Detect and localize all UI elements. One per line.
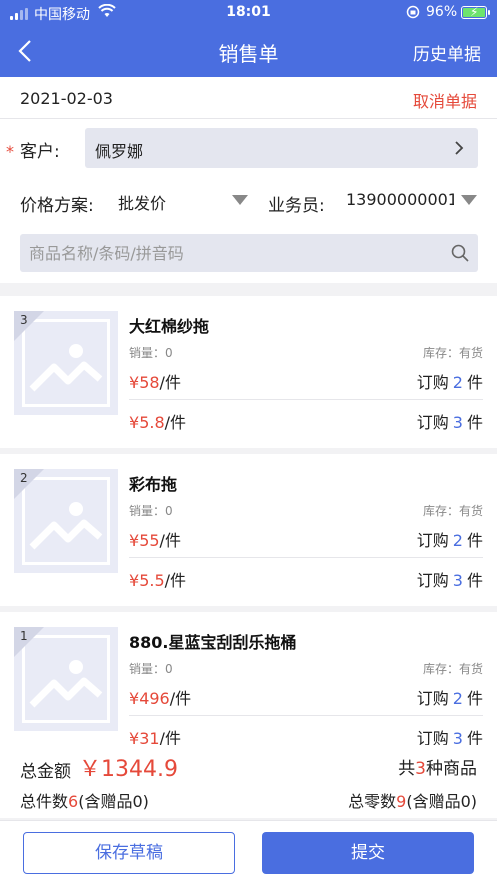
customer-label: 客户: (20, 142, 60, 162)
product-sales: 销量：0 (129, 504, 173, 518)
product-card[interactable]: 3 大红棉纱拖 销量：0 库存：有货 ¥58/件 订购 2 件 ¥5.8/件 订购 3… (0, 296, 497, 448)
rotation-lock-icon (406, 5, 420, 22)
order-summary: 总金额 ￥1344.9 共3种商品 总件数6(含赠品0) 总零数9(含赠品0) (0, 745, 497, 818)
status-bar: 中国移动 18:01 96% ⚡ (0, 0, 497, 26)
submit-button[interactable]: 提交 (262, 832, 474, 874)
product-name: 彩布拖 (129, 475, 178, 494)
product-rank: 1 (20, 629, 28, 643)
history-orders-link[interactable]: 历史单据 (413, 40, 481, 65)
image-placeholder-icon (29, 502, 103, 550)
divider (0, 118, 497, 119)
unit-price: ¥496/件 (129, 689, 192, 708)
customer-value: 佩罗娜 (95, 142, 144, 161)
product-search (20, 234, 478, 272)
price-plan-select[interactable]: 批发价 (118, 190, 166, 214)
product-image-placeholder: 3 (14, 311, 118, 415)
product-image-placeholder: 2 (14, 469, 118, 573)
price-row[interactable]: ¥496/件 订购 2 件 (129, 676, 483, 714)
customer-selector[interactable]: 佩罗娜 (85, 128, 478, 168)
unit-price: ¥55/件 (129, 531, 181, 550)
unit-price: ¥5.5/件 (129, 571, 187, 590)
product-stock: 库存：有货 (422, 504, 483, 518)
caret-down-icon[interactable] (232, 195, 248, 205)
product-kinds-count: 共3种商品 (398, 759, 477, 779)
order-quantity[interactable]: 订购 3 件 (417, 567, 483, 591)
search-input[interactable] (20, 234, 440, 272)
price-plan-label: 价格方案: (20, 196, 94, 216)
price-row[interactable]: ¥55/件 订购 2 件 (129, 518, 483, 556)
salesperson-select[interactable]: 13900000001 (346, 190, 454, 209)
caret-down-icon[interactable] (461, 195, 477, 205)
order-quantity[interactable]: 订购 2 件 (417, 685, 483, 709)
total-pieces: 总件数6(含赠品0) (20, 792, 149, 811)
order-quantity[interactable]: 订购 3 件 (417, 409, 483, 433)
salesperson-label: 业务员: (268, 196, 325, 216)
price-row[interactable]: ¥5.8/件 订购 3 件 (129, 400, 483, 438)
product-card[interactable]: 2 彩布拖 销量：0 库存：有货 ¥55/件 订购 2 件 ¥5.5/件 订购 3 件 (0, 454, 497, 606)
save-draft-button[interactable]: 保存草稿 (23, 832, 235, 874)
status-time: 18:01 (226, 4, 271, 20)
product-rank: 3 (20, 313, 28, 327)
app-header: 中国移动 18:01 96% ⚡ 销售单 历史单据 (0, 0, 497, 77)
product-card[interactable]: 1 880.星蓝宝刮刮乐拖桶 销量：0 库存：有货 ¥496/件 订购 2 件 ¥3… (0, 612, 497, 764)
product-name: 880.星蓝宝刮刮乐拖桶 (129, 633, 297, 652)
order-quantity[interactable]: 订购 2 件 (417, 369, 483, 393)
order-quantity[interactable]: 订购 2 件 (417, 527, 483, 551)
image-placeholder-icon (29, 344, 103, 392)
total-amount-label: 总金额 (20, 762, 71, 782)
product-name: 大红棉纱拖 (129, 317, 210, 336)
price-row[interactable]: ¥58/件 订购 2 件 (129, 360, 483, 398)
battery-icon: ⚡ (461, 5, 490, 19)
required-mark: * (6, 142, 14, 161)
price-row[interactable]: ¥5.5/件 订购 3 件 (129, 558, 483, 596)
product-rank: 2 (20, 471, 28, 485)
unit-price: ¥58/件 (129, 373, 181, 392)
unit-price: ¥5.8/件 (129, 413, 187, 432)
product-sales: 销量：0 (129, 346, 173, 360)
footer-bar: 保存草稿 提交 (0, 820, 497, 883)
total-amount-value: ￥1344.9 (79, 757, 178, 782)
order-date: 2021-02-03 (20, 89, 113, 108)
search-icon[interactable] (450, 243, 470, 263)
image-placeholder-icon (29, 660, 103, 708)
cancel-order-button[interactable]: 取消单据 (413, 88, 477, 112)
total-loose: 总零数9(含赠品0) (348, 792, 477, 811)
product-stock: 库存：有货 (422, 662, 483, 676)
product-image-placeholder: 1 (14, 627, 118, 731)
product-stock: 库存：有货 (422, 346, 483, 360)
battery-percent: 96% (426, 4, 458, 20)
chevron-right-icon (452, 140, 466, 156)
product-sales: 销量：0 (129, 662, 173, 676)
